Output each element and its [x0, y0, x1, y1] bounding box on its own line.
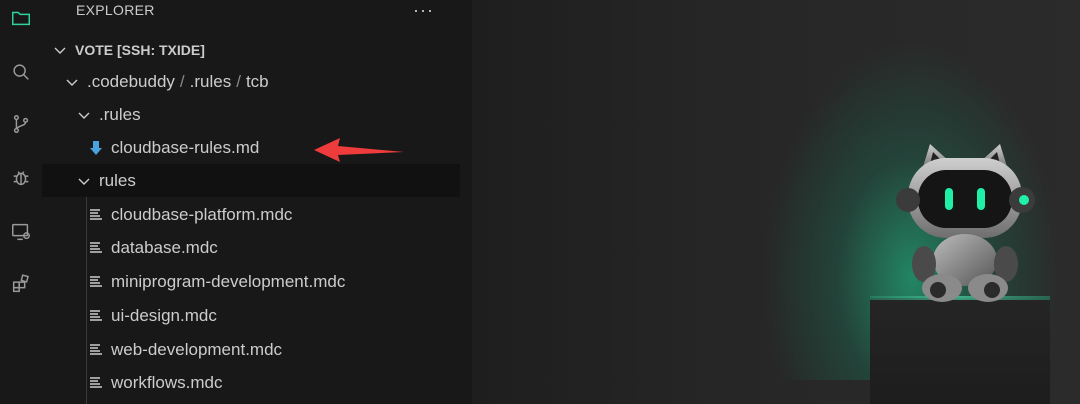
editor-area	[472, 0, 1080, 404]
file-miniprogram-development[interactable]: miniprogram-development.mdc	[42, 265, 460, 298]
file-label: web-development.mdc	[111, 339, 283, 359]
mascot-shelf	[870, 298, 1050, 404]
file-label: database.mdc	[111, 237, 218, 257]
folder-rules[interactable]: rules	[42, 164, 460, 197]
activity-bar	[0, 0, 42, 404]
path-segment-codebuddy[interactable]: .codebuddy	[87, 72, 175, 92]
robot-mascot-icon	[896, 144, 1035, 302]
chevron-down-icon	[76, 173, 92, 189]
path-separator: /	[179, 71, 185, 91]
chevron-down-icon	[76, 107, 92, 123]
lines-icon	[88, 375, 104, 391]
file-label: workflows.mdc	[111, 372, 223, 392]
chevron-down-icon	[64, 74, 80, 90]
path-separator: /	[236, 71, 241, 91]
more-actions-button[interactable]: ···	[413, 0, 434, 21]
workspace-root-label: VOTE [SSH: TXIDE]	[75, 41, 205, 58]
file-database[interactable]: database.mdc	[42, 231, 460, 264]
debug-icon[interactable]	[0, 160, 42, 196]
extensions-icon[interactable]	[0, 266, 42, 302]
files-icon[interactable]	[0, 0, 42, 36]
lines-icon	[88, 274, 104, 290]
folder-dot-rules[interactable]: .rules	[42, 98, 460, 131]
file-ui-design[interactable]: ui-design.mdc	[42, 299, 460, 332]
lines-icon	[88, 342, 104, 358]
download-arrow-icon	[88, 140, 104, 156]
file-web-development[interactable]: web-development.mdc	[42, 333, 460, 366]
file-label: cloudbase-rules.md	[111, 137, 260, 157]
file-label: cloudbase-platform.mdc	[111, 204, 293, 224]
remote-explorer-icon[interactable]	[0, 214, 42, 250]
search-icon[interactable]	[0, 54, 42, 90]
source-control-icon[interactable]	[0, 106, 42, 142]
annotation-arrow-icon	[314, 138, 404, 162]
lines-icon	[88, 240, 104, 256]
file-workflows[interactable]: workflows.mdc	[42, 366, 460, 399]
folder-label: .rules	[99, 104, 141, 124]
path-segment-tcb[interactable]: tcb	[246, 72, 269, 92]
path-segment-rules[interactable]: .rules	[190, 72, 232, 92]
sidebar-divider	[460, 0, 472, 404]
file-cloudbase-platform[interactable]: cloudbase-platform.mdc	[42, 198, 460, 231]
explorer-title: EXPLORER	[76, 2, 155, 18]
folder-label: rules	[99, 170, 136, 190]
file-label: miniprogram-development.mdc	[111, 271, 346, 291]
lines-icon	[88, 308, 104, 324]
folder-codebuddy-rules-tcb[interactable]: .codebuddy / .rules / tcb	[42, 65, 460, 98]
lines-icon	[88, 207, 104, 223]
file-label: ui-design.mdc	[111, 305, 217, 325]
explorer-sidebar: EXPLORER ··· VOTE [SSH: TXIDE] .codebudd…	[42, 0, 460, 404]
chevron-down-icon	[52, 42, 68, 58]
workspace-root[interactable]: VOTE [SSH: TXIDE]	[42, 33, 460, 66]
